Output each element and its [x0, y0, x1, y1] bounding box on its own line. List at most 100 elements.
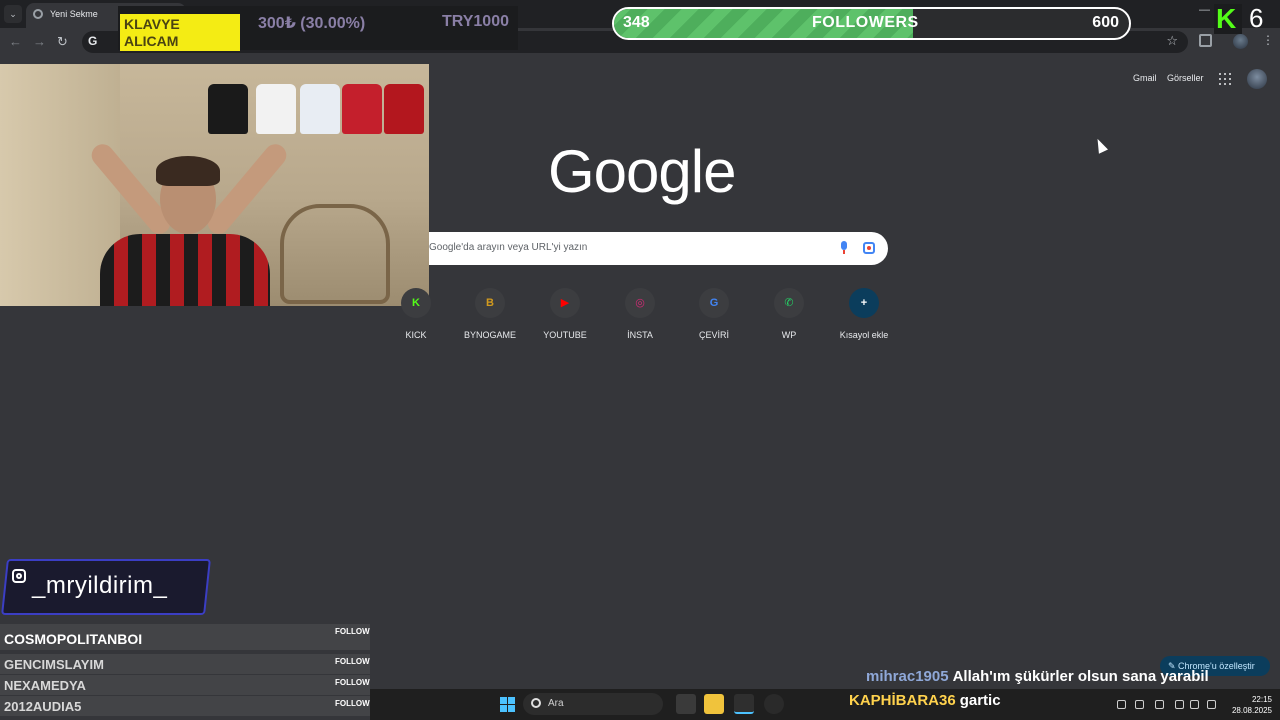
wall-jersey: [342, 84, 382, 134]
webcam-person-hair: [156, 156, 220, 186]
taskbar-search-label: Ara: [548, 698, 564, 709]
tab-search-button[interactable]: ⌄: [4, 5, 22, 23]
kick-logo: K: [1214, 4, 1242, 34]
shortcut-ceviri[interactable]: G ÇEVİRİ: [674, 288, 754, 344]
google-account-avatar[interactable]: [1247, 69, 1267, 89]
google-search-icon: G: [88, 34, 98, 48]
google-apps-icon[interactable]: [1219, 73, 1231, 85]
shortcut-add[interactable]: + Kısayol ekle: [824, 288, 904, 344]
follow-tag: FOLLOW: [335, 699, 370, 708]
bynogame-icon: B: [486, 297, 494, 309]
chrome-taskbar-icon[interactable]: [734, 694, 754, 714]
follow-tag: FOLLOW: [335, 657, 370, 666]
donation-goal-label: KLAVYE ALICAM: [120, 14, 240, 51]
taskbar-clock[interactable]: 22:15 28.08.2025: [1222, 694, 1272, 716]
donation-goal-progress: 300₺ (30.00%): [258, 15, 366, 32]
voice-search-icon[interactable]: [840, 241, 848, 254]
kick-icon: K: [412, 297, 420, 309]
shortcut-insta[interactable]: ◎ İNSTA: [600, 288, 680, 344]
search-placeholder: Google'da arayın veya URL'yi yazın: [429, 242, 588, 253]
follower-name: GENCIMSLAYIM: [4, 657, 104, 672]
obs-taskbar-icon[interactable]: [764, 694, 784, 714]
chat-text: gartic: [959, 692, 1001, 709]
wall-jersey: [384, 84, 424, 134]
chat-username: mihrac1905: [866, 668, 949, 685]
chat-username: KAPHİBARA36: [849, 692, 956, 709]
windows-taskbar: Ara 22:15 28.08.2025: [370, 689, 1280, 720]
followers-title: FOLLOWERS: [812, 14, 919, 31]
chrome-menu-icon[interactable]: ⋮: [1262, 33, 1274, 47]
shortcut-label: İNSTA: [627, 330, 653, 340]
recent-followers-list: COSMOPOLITANBOI FOLLOW GENCIMSLAYIM FOLL…: [0, 624, 370, 720]
shortcut-label: YOUTUBE: [543, 330, 587, 340]
mouse-cursor-icon: [1093, 136, 1108, 154]
webcam-chair: [280, 204, 390, 304]
followers-goal-bar: 348 FOLLOWERS 600: [612, 7, 1131, 40]
clock-time: 22:15: [1251, 695, 1272, 704]
list-item: NEXAMEDYA FOLLOW: [0, 675, 370, 695]
taskbar-search[interactable]: Ara: [523, 693, 663, 715]
shortcut-kick[interactable]: K KICK: [376, 288, 456, 344]
task-view-icon[interactable]: [676, 694, 696, 714]
instagram-handle: _mryildirim_: [32, 572, 168, 599]
shortcut-wp[interactable]: ✆ WP: [749, 288, 829, 344]
file-explorer-icon[interactable]: [704, 694, 724, 714]
reload-icon[interactable]: ↻: [57, 34, 68, 50]
shortcut-label: WP: [781, 330, 797, 340]
wall-jersey: [300, 84, 340, 134]
tray-chevron-icon[interactable]: [1117, 700, 1126, 709]
plus-icon: +: [860, 297, 868, 309]
minimize-icon[interactable]: —: [1199, 4, 1210, 16]
kick-logo-letter: K: [1216, 3, 1237, 34]
chrome-favicon-icon: [33, 9, 43, 19]
google-search-box[interactable]: Google'da arayın veya URL'yi yazın: [429, 232, 888, 265]
list-item: COSMOPOLITANBOI FOLLOW: [0, 624, 370, 650]
onedrive-icon[interactable]: [1135, 700, 1144, 709]
volume-icon[interactable]: [1190, 700, 1199, 709]
instagram-icon: ◎: [635, 297, 645, 309]
chat-message: mihrac1905 Allah'ım şükürler olsun sana y…: [866, 668, 1209, 685]
forward-arrow-icon[interactable]: →: [33, 34, 46, 50]
bookmark-star-icon[interactable]: ☆: [1166, 33, 1178, 49]
donation-goal-panel: KLAVYE ALICAM 300₺ (30.00%) TRY1000: [118, 6, 518, 51]
follower-name: COSMOPOLITANBOI: [4, 631, 143, 647]
search-icon: [531, 698, 541, 708]
shortcut-label: BYNOGAME: [463, 330, 516, 340]
list-item: 2012AUDIA5 FOLLOW: [0, 696, 370, 716]
kick-viewer-count: 6: [1249, 3, 1264, 33]
chat-message: KAPHİBARA36 gartic: [849, 692, 1001, 709]
shortcut-label: Kısayol ekle: [839, 330, 889, 340]
clock-date: 28.08.2025: [1231, 706, 1272, 715]
wall-jersey: [256, 84, 296, 134]
google-lens-icon[interactable]: [863, 242, 875, 254]
follow-tag: FOLLOW: [335, 678, 370, 687]
follower-name: 2012AUDIA5: [4, 699, 82, 714]
shortcut-label: ÇEVİRİ: [698, 330, 729, 340]
webcam-person-shirt: [100, 234, 270, 306]
gmail-link[interactable]: Gmail: [1133, 73, 1157, 83]
tab-title: Yeni Sekme: [50, 9, 98, 19]
battery-icon[interactable]: [1207, 700, 1216, 709]
wall-jersey: [208, 84, 248, 134]
extensions-puzzle-icon[interactable]: [1199, 34, 1212, 47]
followers-goal-count: 600: [1092, 14, 1119, 31]
wifi-icon[interactable]: [1175, 700, 1184, 709]
whatsapp-icon: ✆: [784, 297, 794, 309]
follow-tag: FOLLOW: [335, 627, 370, 636]
shortcut-youtube[interactable]: ▶ YOUTUBE: [525, 288, 605, 344]
instagram-icon: [12, 569, 26, 583]
images-link[interactable]: Görseller: [1167, 73, 1204, 83]
webcam-feed: [0, 64, 429, 306]
follower-name: NEXAMEDYA: [4, 678, 86, 693]
microphone-icon[interactable]: [1155, 700, 1164, 709]
followers-current-count: 348: [623, 14, 650, 31]
youtube-icon: ▶: [560, 297, 570, 309]
shortcut-bynogame[interactable]: B BYNOGAME: [450, 288, 530, 344]
google-translate-icon: G: [709, 297, 719, 309]
back-arrow-icon[interactable]: ←: [9, 34, 22, 50]
chat-text: Allah'ım şükürler olsun sana yarabil: [952, 668, 1209, 685]
google-logo: Google: [548, 138, 736, 205]
windows-start-icon[interactable]: [500, 697, 515, 712]
browser-profile-avatar[interactable]: [1233, 34, 1248, 49]
shortcut-label: KICK: [405, 330, 427, 340]
